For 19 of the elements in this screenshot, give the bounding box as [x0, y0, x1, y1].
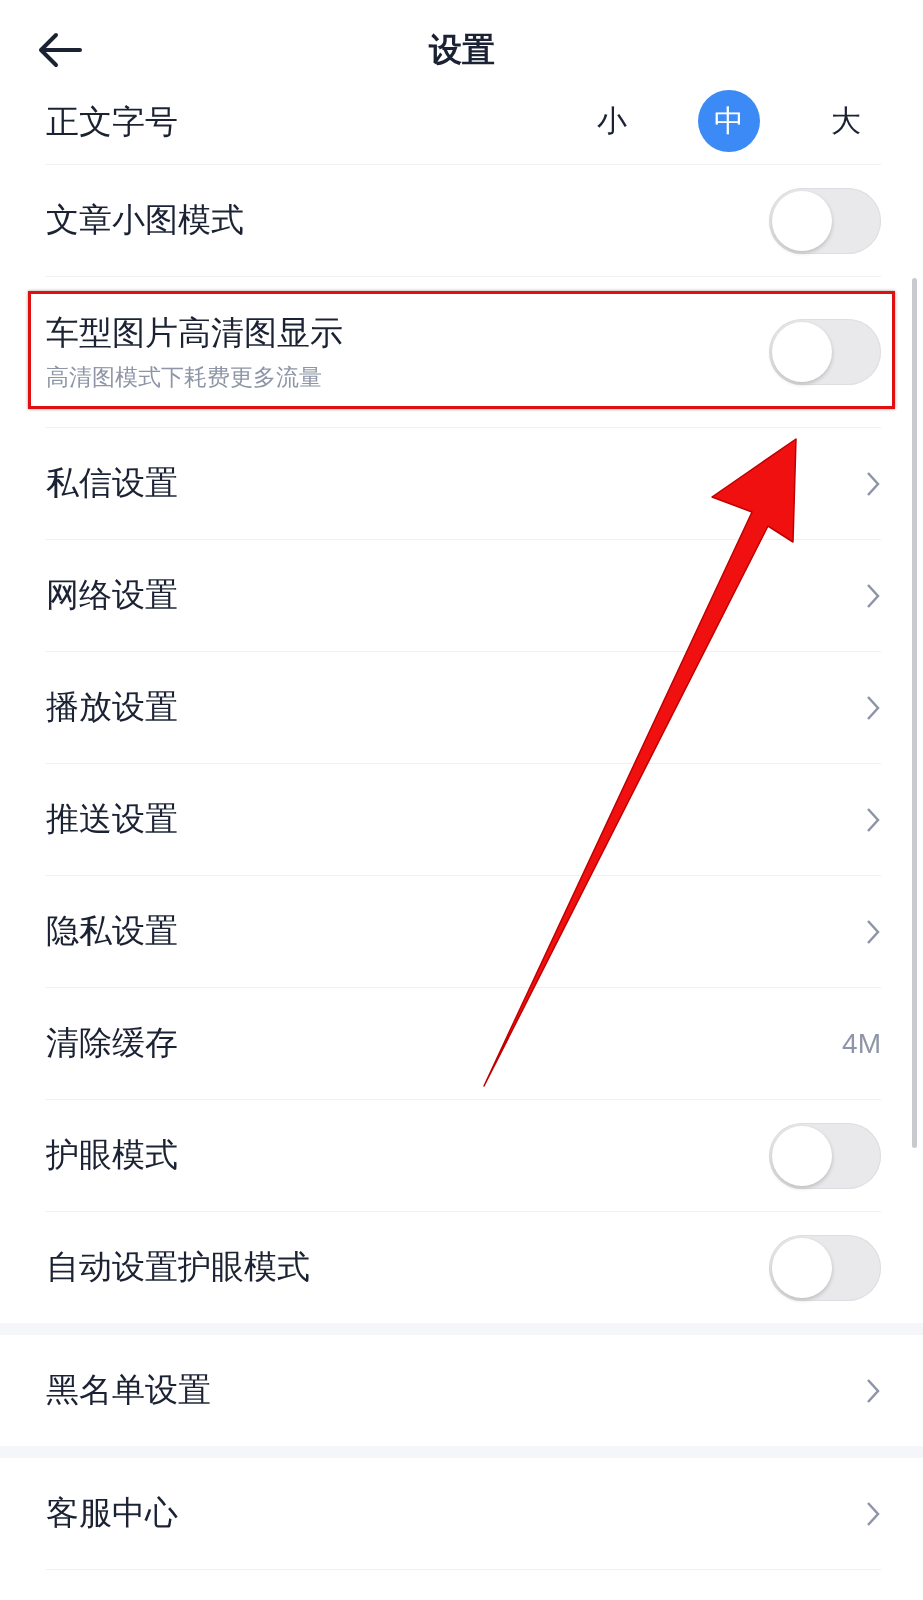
setting-label: 客服中心 [46, 1493, 178, 1533]
font-size-option[interactable]: 大 [815, 90, 877, 152]
setting-label: 推送设置 [46, 799, 178, 839]
page-title: 设置 [428, 29, 495, 70]
setting-label: 护眼模式 [46, 1135, 178, 1175]
setting-label: 网络设置 [46, 575, 178, 615]
setting-label: 隐私设置 [46, 911, 178, 951]
cache-size: 4M [842, 1027, 881, 1060]
font-size-option[interactable]: 小 [581, 90, 643, 152]
setting-label: 黑名单设置 [46, 1370, 211, 1410]
setting-label: 播放设置 [46, 687, 178, 727]
setting-label: 文章小图模式 [46, 200, 244, 240]
setting-label: 私信设置 [46, 463, 178, 503]
setting-label: 正文字号 [46, 102, 178, 142]
back-arrow-icon[interactable] [36, 30, 84, 70]
setting-label: 自动设置护眼模式 [46, 1247, 310, 1287]
setting-description: 高清图模式下耗费更多流量 [46, 363, 323, 392]
setting-label: 车型图片高清图显示 [46, 313, 343, 353]
setting-label: 清除缓存 [46, 1023, 178, 1063]
